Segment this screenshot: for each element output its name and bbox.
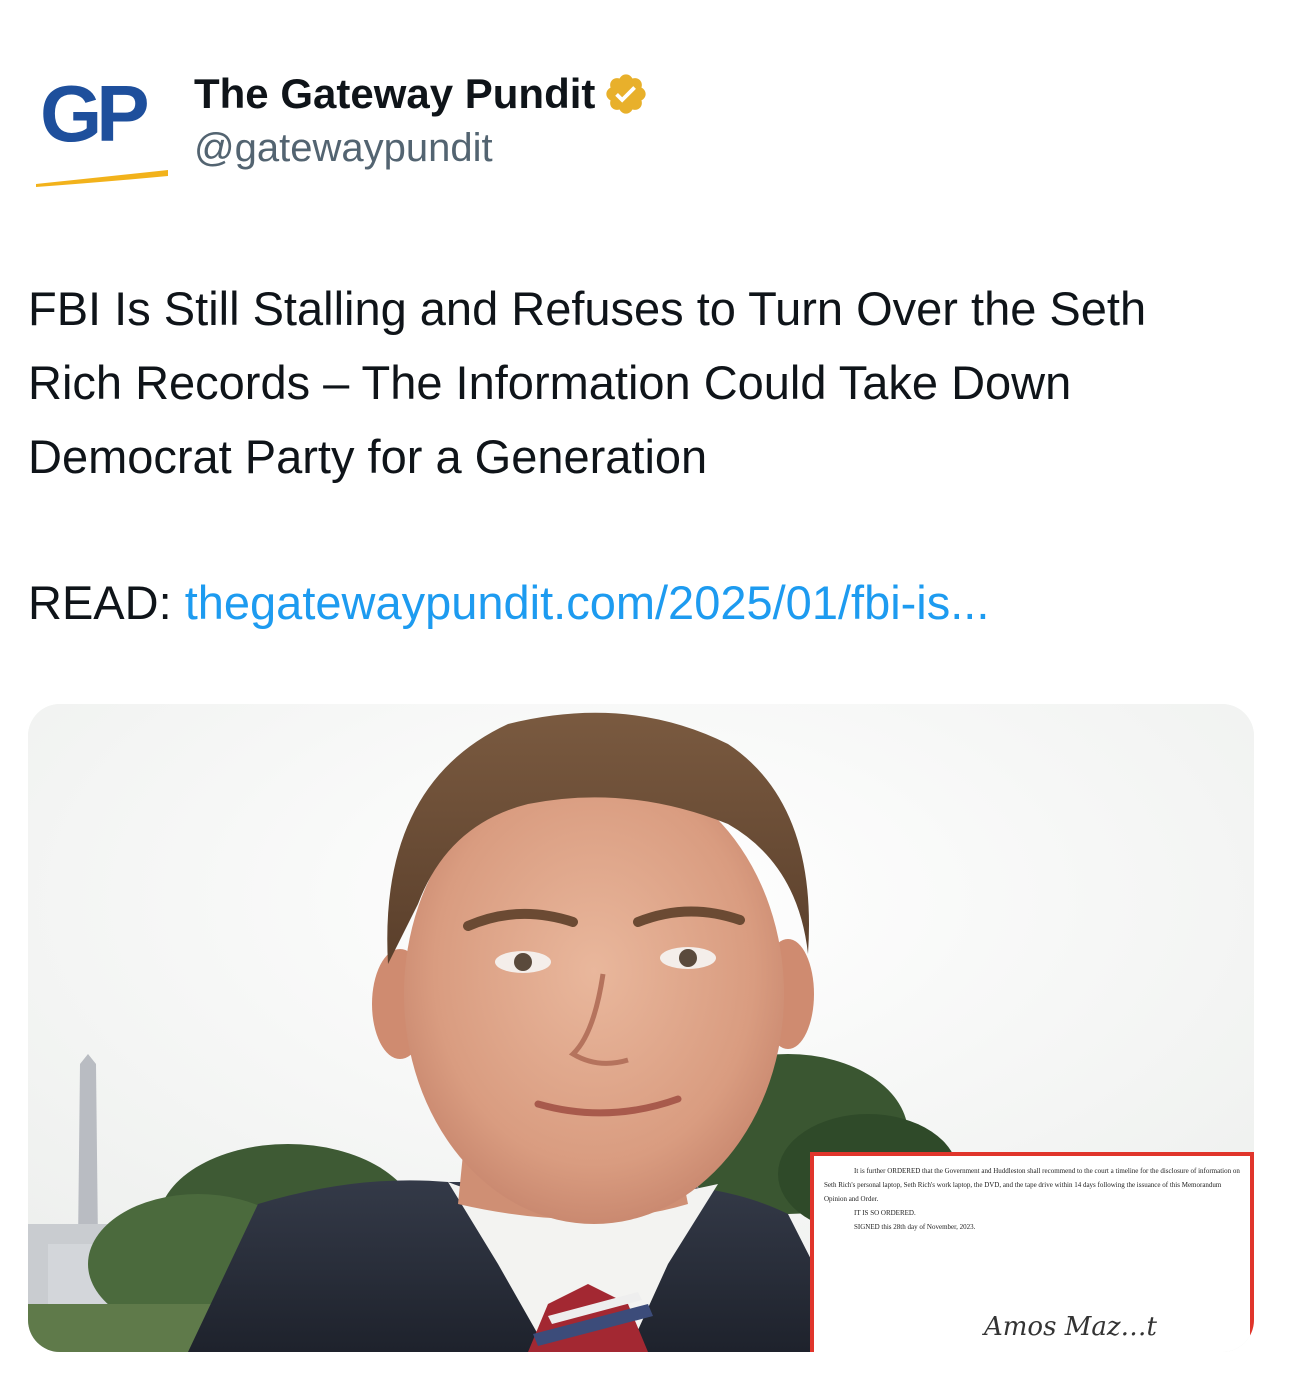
avatar-logo-text: GP	[40, 69, 150, 158]
verified-badge-icon[interactable]	[603, 71, 649, 117]
document-signature: Amos Maz…t	[984, 1312, 1157, 1342]
logo-swoosh-icon	[36, 170, 168, 187]
tweet-header: GP The Gateway Pundit @gatewaypundit	[28, 60, 928, 210]
tweet-body-text: FBI Is Still Stalling and Refuses to Tur…	[28, 282, 1147, 483]
author-handle[interactable]: @gatewaypundit	[194, 126, 493, 171]
read-prefix: READ:	[28, 576, 185, 629]
document-paragraph: It is further ORDERED that the Governmen…	[824, 1167, 1240, 1203]
author-display-name[interactable]: The Gateway Pundit	[194, 70, 595, 118]
document-ordered-line: IT IS SO ORDERED.	[854, 1209, 916, 1217]
author-name-row: The Gateway Pundit	[194, 66, 649, 122]
avatar[interactable]: GP	[28, 60, 178, 200]
document-signed-line: SIGNED this 28th day of November, 2023.	[854, 1223, 976, 1231]
tweet-media-image[interactable]: It is further ORDERED that the Governmen…	[28, 704, 1254, 1352]
court-document-inset: It is further ORDERED that the Governmen…	[810, 1152, 1254, 1352]
tweet-read-line: READ: thegatewaypundit.com/2025/01/fbi-i…	[28, 566, 989, 640]
article-link[interactable]: thegatewaypundit.com/2025/01/fbi-is...	[185, 576, 990, 629]
